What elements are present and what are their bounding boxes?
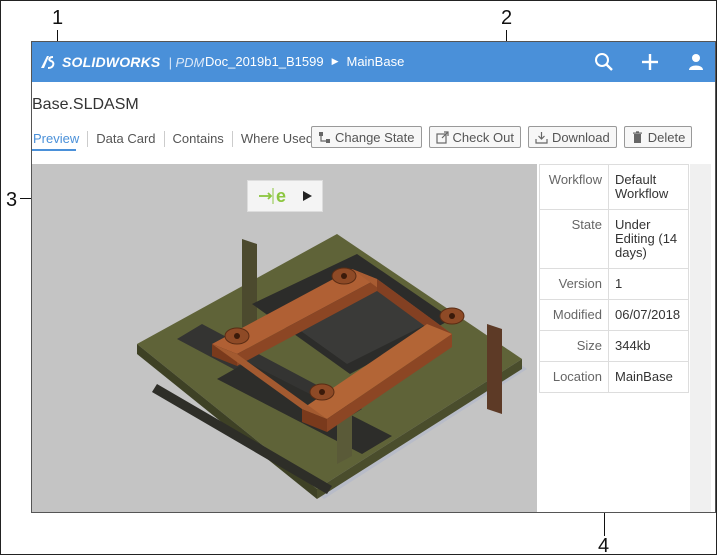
breadcrumb: Doc_2019b1_B1599 ▶ MainBase	[205, 54, 404, 69]
edrawings-icon: e	[259, 186, 286, 206]
property-value: 1	[608, 268, 689, 300]
breadcrumb-vault[interactable]: Doc_2019b1_B1599	[205, 54, 324, 69]
download-label: Download	[551, 129, 610, 145]
tab-preview[interactable]: Preview	[32, 131, 89, 147]
property-value: Under Editing (14 days)	[608, 209, 689, 269]
callout-2: 2	[501, 7, 513, 29]
download-icon	[535, 131, 548, 144]
trash-icon	[632, 130, 642, 143]
model-preview[interactable]: e	[32, 164, 537, 512]
callout-3: 3	[6, 189, 18, 211]
ds-logo-icon	[41, 56, 55, 69]
action-toolbar: Change State Check Out Download Delete	[311, 126, 693, 148]
change-state-button[interactable]: Change State	[311, 126, 422, 148]
property-key: Workflow	[539, 164, 609, 210]
search-icon[interactable]	[593, 51, 615, 73]
viewer-toggle[interactable]: e	[247, 180, 323, 212]
breadcrumb-folder[interactable]: MainBase	[346, 54, 404, 69]
property-key: Version	[539, 268, 609, 300]
plus-icon[interactable]	[639, 51, 661, 73]
top-bar: SOLIDWORKS | PDM Doc_2019b1_B1599 ▶ Main…	[32, 42, 715, 82]
change-state-label: Change State	[335, 129, 415, 145]
property-row: Workflow Default Workflow	[539, 164, 689, 210]
property-key: State	[539, 209, 609, 269]
tab-data-card[interactable]: Data Card	[88, 131, 165, 147]
delete-button[interactable]: Delete	[623, 126, 693, 148]
property-row: Modified 06/07/2018	[539, 299, 689, 331]
callout-1: 1	[52, 7, 64, 29]
property-row: State Under Editing (14 days)	[539, 209, 689, 269]
brand-logo[interactable]: SOLIDWORKS | PDM	[38, 52, 204, 72]
property-key: Location	[539, 361, 609, 393]
brand-product: | PDM	[168, 54, 205, 70]
pdm-web-client: SOLIDWORKS | PDM Doc_2019b1_B1599 ▶ Main…	[31, 41, 716, 513]
tab-contains[interactable]: Contains	[165, 131, 233, 147]
svg-text:e: e	[276, 186, 286, 206]
property-value: MainBase	[608, 361, 689, 393]
property-key: Modified	[539, 299, 609, 331]
check-out-icon	[435, 130, 449, 144]
property-value: 344kb	[608, 330, 689, 362]
download-button[interactable]: Download	[527, 126, 617, 148]
assembly-model-image	[137, 234, 527, 499]
property-row: Version 1	[539, 268, 689, 300]
properties-scrollbar[interactable]	[690, 164, 711, 512]
check-out-button[interactable]: Check Out	[428, 126, 521, 148]
play-icon	[303, 191, 312, 201]
user-icon[interactable]	[685, 51, 707, 73]
file-title: Base.SLDASM	[32, 96, 139, 113]
property-row: Location MainBase	[539, 361, 689, 393]
brand-name: SOLIDWORKS	[62, 54, 161, 70]
breadcrumb-separator-icon: ▶	[331, 56, 339, 66]
property-row: Size 344kb	[539, 330, 689, 362]
file-properties-panel: Workflow Default Workflow State Under Ed…	[539, 164, 689, 393]
property-value: 06/07/2018	[608, 299, 689, 331]
active-tab-indicator	[32, 149, 76, 151]
change-state-icon	[319, 131, 330, 143]
property-key: Size	[539, 330, 609, 362]
check-out-label: Check Out	[452, 129, 514, 145]
top-bar-actions	[593, 51, 707, 73]
tab-where-used[interactable]: Where Used	[233, 131, 321, 147]
property-value: Default Workflow	[608, 164, 689, 210]
delete-label: Delete	[647, 129, 686, 145]
